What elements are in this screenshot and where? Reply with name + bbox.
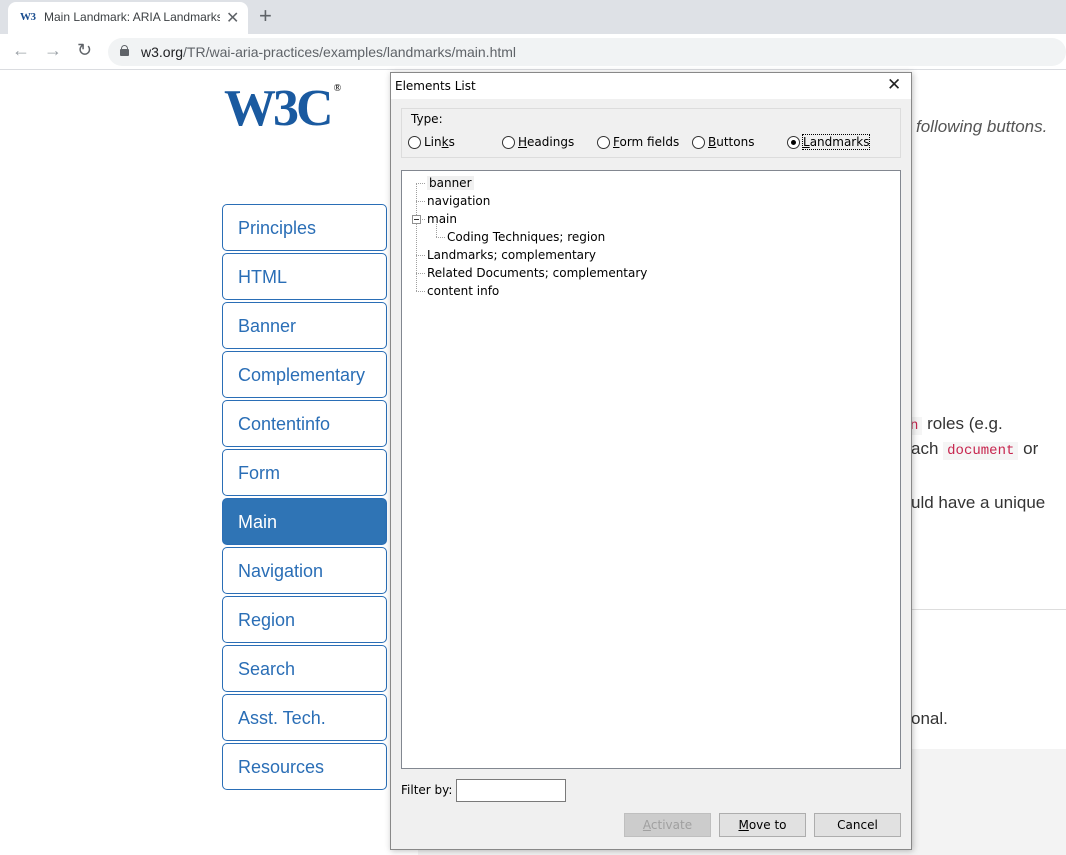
tab-strip: W3 Main Landmark: ARIA Landmarks ✕ + [0,0,1066,34]
radio-circle-icon[interactable] [597,135,610,149]
nav-item-resources[interactable]: Resources [222,743,387,790]
cancel-button[interactable]: Cancel [814,813,901,837]
body-text-fragment: onal. [911,709,948,728]
radio-label: Landmarks [801,134,871,150]
body-text-fragment: ach document or [911,439,1039,460]
browser-tab[interactable]: W3 Main Landmark: ARIA Landmarks ✕ [8,2,248,34]
tree-connector [436,237,445,238]
tree-item[interactable]: main [427,212,457,226]
tab-title: Main Landmark: ARIA Landmarks [44,10,220,24]
radio-circle-icon[interactable] [502,135,515,149]
radio-label: Links [424,135,455,149]
activate-button[interactable]: Activate [624,813,711,837]
tree-connector [416,273,425,274]
filter-input[interactable] [456,779,566,802]
tree-item[interactable]: content info [427,284,499,298]
landmark-nav: Principles HTML Banner Complementary Content… [222,204,387,792]
lock-icon[interactable] [120,45,129,56]
radio-links[interactable]: Links [408,135,455,149]
tree-connector [416,183,417,291]
nav-item-region[interactable]: Region [222,596,387,643]
tree-connector [436,222,437,237]
type-group: Type: Links Headings Form fields Buttons Lan… [401,108,901,158]
w3c-favicon-icon: W3 [20,11,36,23]
tree-item[interactable]: Coding Techniques; region [447,230,605,244]
intro-text-fragment: following buttons. [916,117,1048,136]
back-arrow-icon[interactable]: ← [12,40,30,61]
tree-item[interactable]: banner [427,176,474,190]
nav-item-asst-tech[interactable]: Asst. Tech. [222,694,387,741]
nav-item-main[interactable]: Main [222,498,387,545]
reload-icon[interactable]: ↻ [77,40,92,61]
new-tab-plus-icon[interactable]: + [259,3,272,29]
tree-connector [416,201,425,202]
landmarks-tree[interactable]: banner navigation main Coding Techniques; r… [401,170,901,769]
nav-item-navigation[interactable]: Navigation [222,547,387,594]
move-to-button[interactable]: Move to [719,813,806,837]
browser-toolbar: ← → ↻ w3.org/TR/wai-aria-practices/examp… [0,34,1066,70]
radio-form-fields[interactable]: Form fields [597,135,679,149]
tree-item[interactable]: Landmarks; complementary [427,248,596,262]
address-bar[interactable]: w3.org/TR/wai-aria-practices/examples/la… [108,38,1066,66]
forward-arrow-icon[interactable]: → [44,40,62,61]
nav-item-complementary[interactable]: Complementary [222,351,387,398]
body-text-fragment: n roles (e.g. [906,414,1003,435]
dialog-title: Elements List [395,79,476,93]
filter-label: Filter by: [401,783,453,797]
w3c-logo[interactable]: W3C ® [224,79,341,138]
radio-label: Buttons [708,135,755,149]
radio-headings[interactable]: Headings [502,135,574,149]
radio-circle-icon[interactable] [408,135,421,149]
nav-item-banner[interactable]: Banner [222,302,387,349]
tree-item[interactable]: Related Documents; complementary [427,266,647,280]
divider [910,609,1066,610]
radio-circle-icon[interactable] [692,135,705,149]
dialog-titlebar[interactable]: Elements List ✕ [391,73,911,99]
radio-buttons[interactable]: Buttons [692,135,754,149]
radio-label: Form fields [613,135,680,149]
body-text-fragment: uld have a unique [911,493,1046,512]
tab-close-icon[interactable]: ✕ [226,8,239,28]
collapse-minus-icon[interactable] [412,215,421,224]
tree-connector [416,183,425,184]
type-label: Type: [411,112,443,126]
nav-item-form[interactable]: Form [222,449,387,496]
elements-list-dialog: Elements List ✕ Type: Links Headings Form … [390,72,912,850]
tree-item[interactable]: navigation [427,194,490,208]
radio-landmarks[interactable]: Landmarks [787,134,871,150]
nav-item-contentinfo[interactable]: Contentinfo [222,400,387,447]
nav-item-html[interactable]: HTML [222,253,387,300]
radio-circle-icon[interactable] [787,135,800,149]
close-icon[interactable]: ✕ [887,75,901,95]
tree-connector [416,255,425,256]
nav-item-principles[interactable]: Principles [222,204,387,251]
nav-item-search[interactable]: Search [222,645,387,692]
url-text: w3.org/TR/wai-aria-practices/examples/la… [141,44,517,60]
radio-label: Headings [518,135,575,149]
tree-connector [416,291,425,292]
